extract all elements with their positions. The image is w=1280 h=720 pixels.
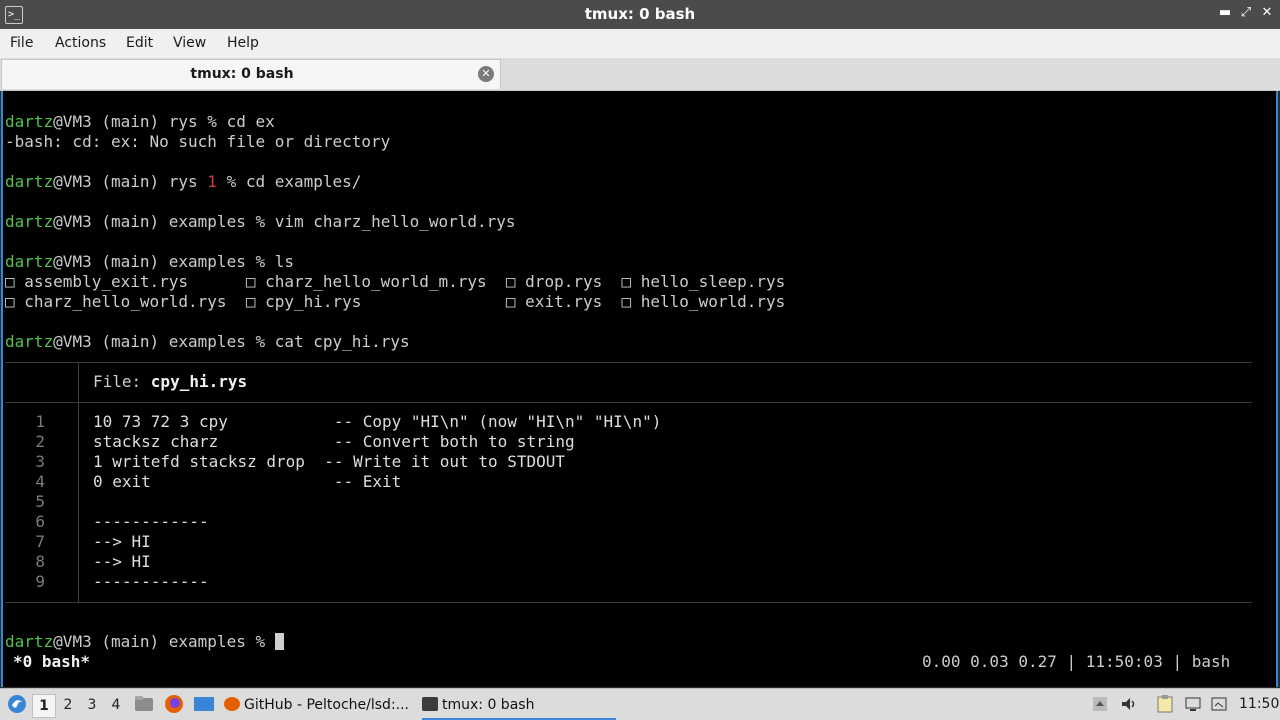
terminal-line: dartz@VM3 (main) rys 1 % cd examples/ xyxy=(5,172,362,191)
task-tmux-terminal[interactable]: tmux: 0 bash xyxy=(422,692,616,720)
code-line: ------------ xyxy=(93,572,209,591)
tab-tmux[interactable]: tmux: 0 bash ✕ xyxy=(1,59,501,89)
line-number: 4 xyxy=(35,472,45,491)
firefox-icon[interactable] xyxy=(164,694,184,718)
task-label: GitHub - Peltoche/lsd:... xyxy=(244,697,410,713)
line-number: 2 xyxy=(35,432,45,451)
task-label: tmux: 0 bash xyxy=(442,697,535,713)
tab-label: tmux: 0 bash xyxy=(190,66,294,82)
bat-gutter-rule xyxy=(78,362,79,602)
line-number: 8 xyxy=(35,552,45,571)
menu-file[interactable]: File xyxy=(10,35,33,51)
menu-edit[interactable]: Edit xyxy=(126,35,153,51)
bat-header-rule xyxy=(5,402,1252,403)
volume-icon[interactable] xyxy=(1120,695,1138,717)
workspace-2[interactable]: 2 xyxy=(57,694,79,716)
code-line: 0 exit -- Exit xyxy=(93,472,402,491)
line-number: 5 xyxy=(35,492,45,511)
window-title: tmux: 0 bash xyxy=(584,5,696,23)
code-line: --> HI xyxy=(93,532,151,551)
workspace-1[interactable]: 1 xyxy=(32,694,56,718)
network-icon[interactable] xyxy=(1184,695,1202,717)
menu-view[interactable]: View xyxy=(173,35,206,51)
code-line: 1 writefd stacksz drop -- Write it out t… xyxy=(93,452,566,471)
clock[interactable]: 11:50 xyxy=(1239,696,1279,712)
terminal-line: dartz@VM3 (main) rys % cd ex xyxy=(5,112,275,131)
terminal-view[interactable]: dartz@VM3 (main) rys % cd ex -bash: cd: … xyxy=(1,91,1278,687)
line-number: 6 xyxy=(35,512,45,531)
terminal-icon xyxy=(422,697,438,711)
menu-help[interactable]: Help xyxy=(227,35,259,51)
tab-close-icon[interactable]: ✕ xyxy=(478,66,494,82)
terminal-error-line: -bash: cd: ex: No such file or directory xyxy=(5,132,391,151)
bat-bottom-rule xyxy=(5,602,1252,603)
ls-output-row: □ charz_hello_world.rys □ cpy_hi.rys □ e… xyxy=(5,292,786,311)
file-manager-icon[interactable] xyxy=(134,694,154,718)
line-number: 3 xyxy=(35,452,45,471)
tmux-status-right: 0.00 0.03 0.27 | 11:50:03 | bash xyxy=(922,652,1231,671)
ls-output-row: □ assembly_exit.rys □ charz_hello_world_… xyxy=(5,272,786,291)
taskbar: 1 2 3 4 GitHub - Peltoche/lsd:... tmux: … xyxy=(0,688,1280,720)
clipboard-icon[interactable] xyxy=(1157,695,1173,717)
bat-top-rule xyxy=(5,362,1252,363)
workspace-3[interactable]: 3 xyxy=(81,694,103,716)
restore-button[interactable]: ⤢ xyxy=(1237,5,1255,20)
tray-arrow-icon[interactable] xyxy=(1092,696,1108,716)
menu-bar: File Actions Edit View Help xyxy=(0,29,1280,58)
screenshot-icon[interactable] xyxy=(1210,695,1228,717)
terminal-line: dartz@VM3 (main) examples % vim charz_he… xyxy=(5,212,516,231)
terminal-cursor xyxy=(274,633,284,650)
code-line: ------------ xyxy=(93,512,209,531)
tab-strip: tmux: 0 bash ✕ xyxy=(0,58,1280,91)
firefox-icon xyxy=(224,697,240,711)
terminal-line: dartz@VM3 (main) examples % cat cpy_hi.r… xyxy=(5,332,410,351)
code-line: 10 73 72 3 cpy -- Copy "HI\n" (now "HI\n… xyxy=(93,412,662,431)
tmux-window-status: *0 bash* xyxy=(13,652,91,671)
terminal-line: dartz@VM3 (main) examples % ls xyxy=(5,252,294,271)
line-number: 7 xyxy=(35,532,45,551)
task-github-firefox[interactable]: GitHub - Peltoche/lsd:... xyxy=(224,692,416,718)
code-line: --> HI xyxy=(93,552,151,571)
menu-actions[interactable]: Actions xyxy=(55,35,106,51)
code-line: stacksz charz -- Convert both to string xyxy=(93,432,575,451)
line-number: 9 xyxy=(35,572,45,591)
window-titlebar: >_ tmux: 0 bash ▬ ⤢ ✕ xyxy=(0,0,1280,29)
desktop-icon[interactable] xyxy=(193,694,215,718)
start-menu-icon[interactable] xyxy=(6,693,28,719)
line-number: 1 xyxy=(35,412,45,431)
terminal-prompt-line: dartz@VM3 (main) examples % xyxy=(5,632,284,652)
bat-file-header: File: cpy_hi.rys xyxy=(93,372,248,391)
workspace-4[interactable]: 4 xyxy=(105,694,127,716)
minimize-button[interactable]: ▬ xyxy=(1216,5,1234,20)
close-button[interactable]: ✕ xyxy=(1258,5,1276,20)
